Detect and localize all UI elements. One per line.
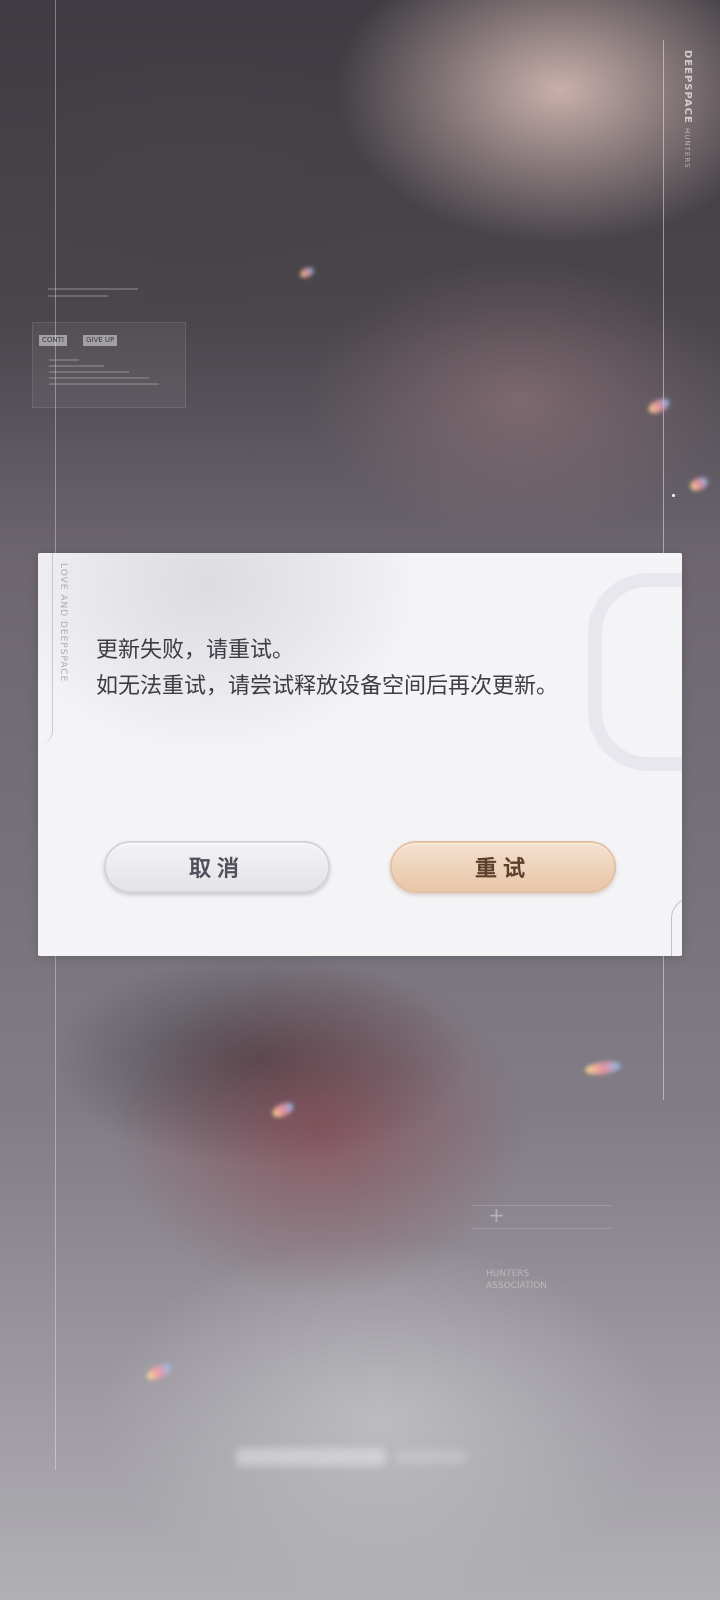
- retry-button-label: 重试: [474, 856, 531, 882]
- hunters-bar: +: [472, 1203, 612, 1229]
- brand-vertical-text: DEEPSPACE HUNTERS: [682, 50, 693, 169]
- hunters-association-label: HUNTERS ASSOCIATION: [486, 1269, 548, 1291]
- hud-giveup-tag: GIVE UP: [83, 335, 118, 346]
- cancel-button-label: 取消: [188, 856, 245, 882]
- prism-sparkle-icon: [144, 1361, 174, 1383]
- game-background: DEEPSPACE HUNTERS CONTI GIVE UP + HUNTER…: [0, 0, 720, 1600]
- dialog-edge-line: [38, 553, 53, 743]
- light-dot: [672, 494, 675, 497]
- hud-text-lines: [49, 359, 169, 389]
- prism-sparkle-icon: [688, 474, 710, 494]
- prism-sparkle-icon: [584, 1059, 622, 1077]
- blurred-status-text: [236, 1444, 476, 1468]
- hud-panel: CONTI GIVE UP: [32, 322, 186, 408]
- dialog-vertical-text: LOVE AND DEEPSPACE: [58, 563, 68, 683]
- prism-sparkle-icon: [298, 265, 316, 280]
- cancel-button[interactable]: 取消: [104, 841, 330, 893]
- prism-sparkle-icon: [646, 395, 672, 417]
- brand-title: DEEPSPACE: [682, 50, 693, 124]
- retry-button[interactable]: 重试: [390, 841, 616, 893]
- message-line-2: 如无法重试，请尝试释放设备空间后再次更新。: [96, 674, 559, 699]
- prism-sparkle-icon: [270, 1099, 296, 1121]
- plus-icon: +: [488, 1203, 505, 1227]
- dialog-decoration: [588, 573, 682, 771]
- hud-continue-tag: CONTI: [39, 335, 67, 346]
- update-failed-dialog: LOVE AND DEEPSPACE 更新失败，请重试。 如无法重试，请尝试释放…: [38, 553, 682, 956]
- dialog-message: 更新失败，请重试。 如无法重试，请尝试释放设备空间后再次更新。: [96, 633, 596, 705]
- message-line-1: 更新失败，请重试。: [96, 638, 295, 663]
- hud-caption: [48, 288, 168, 304]
- brand-subtitle: HUNTERS: [683, 128, 691, 169]
- dialog-corner-decoration: [671, 898, 682, 956]
